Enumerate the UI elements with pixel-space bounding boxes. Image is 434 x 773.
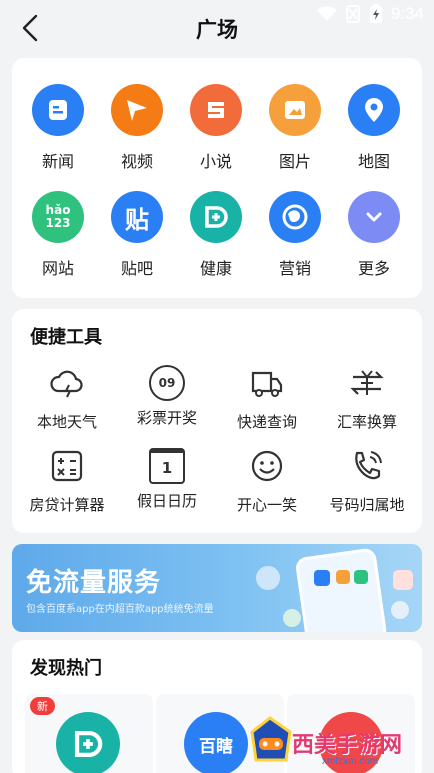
tool-label: 开心一笑	[236, 496, 297, 514]
app-news[interactable]: 新闻	[23, 84, 93, 172]
tools-card: 便捷工具 本地天气 09 彩票开奖 快递查询 汇率换算 房贷计算器 1 假日日历…	[12, 309, 422, 533]
smile-icon	[251, 450, 283, 482]
phone-icon	[355, 451, 382, 480]
app-more[interactable]: 更多	[339, 191, 409, 279]
apps-card: 新闻 视频 小说 图片 地图 hǎo 123 网站 贴 贴吧 健康 营销 更多	[12, 58, 422, 298]
app-video[interactable]: 视频	[102, 84, 172, 172]
free-data-banner[interactable]: 免流量服务 包含百度系app在内超百款app统统免流量	[12, 544, 422, 632]
news-icon	[32, 84, 84, 136]
weather-icon	[50, 370, 83, 398]
tool-label: 汇率换算	[336, 413, 397, 431]
app-label: 新闻	[41, 152, 74, 171]
app-marketing[interactable]: 营销	[260, 191, 330, 279]
app-label: 网站	[41, 259, 74, 278]
image-icon	[269, 84, 321, 136]
app-website[interactable]: hǎo 123 网站	[23, 191, 93, 279]
map-pin-icon	[348, 84, 400, 136]
tool-label: 本地天气	[36, 413, 97, 431]
health-icon	[190, 191, 242, 243]
watermark-url: xmfzxm.com	[322, 756, 379, 767]
lottery-icon: 09	[149, 365, 185, 401]
tool-exchange[interactable]: 汇率换算	[317, 365, 417, 432]
tool-calculator[interactable]: 房贷计算器	[17, 448, 117, 515]
exchange-rate-icon	[350, 370, 384, 395]
tool-lottery[interactable]: 09 彩票开奖	[117, 365, 217, 428]
app-label: 地图	[357, 152, 390, 171]
title-bar: 广场	[0, 8, 434, 48]
banner-subtitle: 包含百度系app在内超百款app统统免流量	[26, 604, 214, 615]
phone-illustration	[256, 548, 413, 632]
app-label: 图片	[278, 152, 311, 171]
app-health[interactable]: 健康	[181, 191, 251, 279]
delivery-truck-icon	[251, 371, 283, 397]
section-title: 发现热门	[30, 658, 102, 679]
app-label: 健康	[199, 259, 232, 278]
tool-joke[interactable]: 开心一笑	[217, 448, 317, 515]
calendar-icon: 1	[149, 448, 185, 484]
tool-label: 号码归属地	[329, 496, 405, 514]
tool-weather[interactable]: 本地天气	[17, 365, 117, 432]
app-label: 更多	[357, 259, 390, 278]
tool-phone-location[interactable]: 号码归属地	[317, 448, 417, 515]
tool-label: 假日日历	[136, 492, 197, 510]
hao123-icon: hǎo 123	[32, 191, 84, 243]
new-badge: 新	[30, 697, 55, 715]
section-title: 便捷工具	[30, 327, 102, 348]
health-icon	[56, 712, 120, 773]
app-label: 营销	[278, 259, 311, 278]
marketing-icon	[269, 191, 321, 243]
tool-calendar[interactable]: 1 假日日历	[117, 448, 217, 511]
tieba-icon: 贴	[111, 191, 163, 243]
app-tieba[interactable]: 贴 贴吧	[102, 191, 172, 279]
app-label: 视频	[120, 152, 153, 171]
tool-label: 快递查询	[236, 413, 297, 431]
banner-title: 免流量服务	[26, 568, 162, 598]
calculator-icon	[51, 450, 83, 482]
app-novel[interactable]: 小说	[181, 84, 251, 172]
page-title: 广场	[196, 18, 238, 42]
video-play-icon	[111, 84, 163, 136]
app-label: 小说	[199, 152, 232, 171]
baidu-app-icon: 百瞎	[184, 712, 248, 773]
app-label: 贴吧	[120, 259, 153, 278]
tool-label: 彩票开奖	[136, 409, 197, 427]
tool-label: 房贷计算器	[29, 496, 105, 514]
tool-delivery[interactable]: 快递查询	[217, 365, 317, 432]
app-map[interactable]: 地图	[339, 84, 409, 172]
chevron-down-icon	[348, 191, 400, 243]
app-image[interactable]: 图片	[260, 84, 330, 172]
watermark-text: 西美手游网	[292, 732, 403, 757]
novel-icon	[190, 84, 242, 136]
